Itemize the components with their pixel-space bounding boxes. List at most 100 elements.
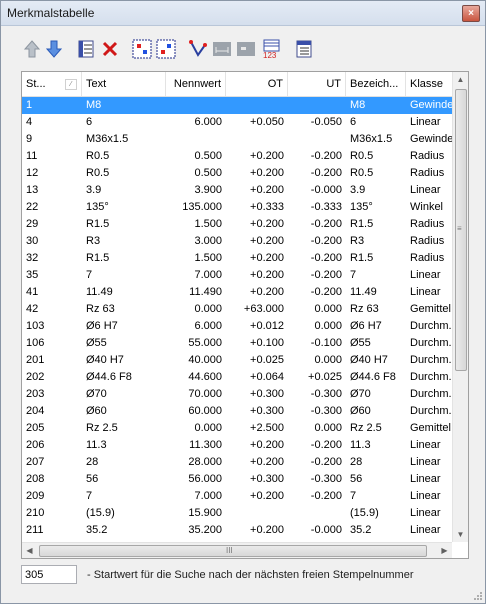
scroll-down-icon[interactable]: ▼ (453, 527, 468, 542)
select-all-button[interactable] (131, 37, 153, 61)
cell-nennwert: 0.500 (194, 167, 222, 179)
cell-nennwert (166, 131, 226, 148)
column-header-text[interactable]: Text (82, 72, 166, 96)
cell-bez: R0.5 (350, 167, 374, 179)
properties-button[interactable] (75, 37, 97, 61)
horizontal-scroll-thumb[interactable]: III (39, 545, 427, 557)
table-row[interactable]: 103 Ø6 H7 6.000 +0.012 0.000 Ø6 H7 Durchm... (22, 318, 452, 335)
table-row[interactable]: 1 M8 M8 Gewinde (22, 97, 452, 114)
close-button[interactable]: × (462, 5, 480, 22)
table-row[interactable]: 22 135° 135.000 +0.333 -0.333 135° Winkel (22, 199, 452, 216)
vertical-grip-icon: ≡ (457, 224, 462, 233)
dimension-2-disabled-button[interactable] (235, 37, 257, 61)
move-down-button[interactable] (43, 37, 65, 61)
cell-klasse: Linear (410, 507, 441, 519)
table-row[interactable]: 32 R1.5 1.500 +0.200 -0.200 R1.5 Radius (22, 250, 452, 267)
cell-bez: Ø60 (350, 405, 371, 417)
cell-text: Ø70 (86, 388, 107, 400)
column-header-klasse[interactable]: Klasse (406, 72, 452, 96)
cell-bez: R1.5 (350, 252, 374, 264)
table-row[interactable]: 4 6 6.000 +0.050 -0.050 6 Linear (22, 114, 452, 131)
table-row[interactable]: 29 R1.5 1.500 +0.200 -0.200 R1.5 Radius (22, 216, 452, 233)
table-row[interactable]: 208 56 56.000 +0.300 -0.300 56 Linear (22, 471, 452, 488)
table-body: 1 M8 M8 Gewinde 4 6 6.000 +0.050 -0.050 6 Linear 9 M… (22, 97, 452, 541)
table-row[interactable]: 106 Ø55 55.000 +0.100 -0.100 Ø55 Durchm... (22, 335, 452, 352)
table-row[interactable]: 204 Ø60 60.000 +0.300 -0.300 Ø60 Durchm... (22, 403, 452, 420)
cell-bez: Ø55 (350, 337, 371, 349)
cell-text: 3.9 (86, 184, 102, 196)
select-row-icon (156, 39, 176, 59)
table-row[interactable]: 203 Ø70 70.000 +0.300 -0.300 Ø70 Durchm... (22, 386, 452, 403)
table-row[interactable]: 30 R3 3.000 +0.200 -0.200 R3 Radius (22, 233, 452, 250)
table-row[interactable]: 201 Ø40 H7 40.000 +0.025 0.000 Ø40 H7 Durchm..… (22, 352, 452, 369)
cell-st: 42 (26, 303, 39, 315)
column-header-ut[interactable]: UT (288, 72, 346, 96)
table-row[interactable]: 35 7 7.000 +0.200 -0.200 7 Linear (22, 267, 452, 284)
cell-ot: +0.064 (250, 371, 284, 383)
vertical-scroll-thumb[interactable]: ≡ (455, 89, 467, 371)
cell-text: M36x1.5 (86, 133, 129, 145)
cell-ot: +0.200 (250, 150, 284, 162)
select-row-button[interactable] (155, 37, 177, 61)
table-row[interactable]: 205 Rz 2.5 0.000 +2.500 0.000 Rz 2.5 Gemittel.… (22, 420, 452, 437)
cell-nennwert: 60.000 (188, 405, 222, 417)
table-row[interactable]: 41 11.49 11.490 +0.200 -0.200 11.49 Linear (22, 284, 452, 301)
cell-nennwert: 70.000 (188, 388, 222, 400)
horizontal-scrollbar[interactable]: ◀ III ▶ (22, 542, 452, 558)
dimension-disabled-icon (213, 42, 231, 56)
delete-button[interactable] (99, 37, 121, 61)
table-row[interactable]: 12 R0.5 0.500 +0.200 -0.200 R0.5 Radius (22, 165, 452, 182)
column-header-ot[interactable]: OT (226, 72, 288, 96)
cell-klasse: Linear (410, 184, 441, 196)
table-settings-button[interactable] (293, 37, 315, 61)
dimension-disabled-button[interactable] (211, 37, 233, 61)
renumber-button[interactable]: 123 (261, 37, 283, 61)
cell-nennwert: 44.600 (188, 371, 222, 383)
cell-text: 28 (86, 456, 99, 468)
cell-klasse: Gewinde (410, 99, 452, 111)
cell-klasse: Linear (410, 456, 441, 468)
cell-ot: +0.200 (250, 184, 284, 196)
table-row[interactable]: 210 (15.9) 15.900 (15.9) Linear (22, 505, 452, 522)
select-vertex-button[interactable] (187, 37, 209, 61)
cell-ut: -0.200 (310, 286, 342, 298)
scroll-right-icon[interactable]: ▶ (437, 543, 452, 558)
vertical-scrollbar[interactable]: ▲ ≡ ▼ (452, 72, 468, 542)
table-row[interactable]: 206 11.3 11.300 +0.200 -0.200 11.3 Linear (22, 437, 452, 454)
table-row[interactable]: 211 35.2 35.200 +0.200 -0.000 35.2 Linear (22, 522, 452, 539)
resize-grip-icon[interactable] (472, 590, 483, 601)
table-row[interactable]: 9 M36x1.5 M36x1.5 Gewinde (22, 131, 452, 148)
characteristics-table[interactable]: St... ⁄ Text Nennwert OT UT Bezeich... Kl… (21, 71, 469, 559)
cell-klasse: Gewinde (410, 133, 452, 145)
move-up-button[interactable] (21, 37, 43, 61)
table-row[interactable]: 42 Rz 63 0.000 +63.000 0.000 Rz 63 Gemittel... (22, 301, 452, 318)
table-row[interactable]: 209 7 7.000 +0.200 -0.200 7 Linear (22, 488, 452, 505)
table-row[interactable]: 11 R0.5 0.500 +0.200 -0.200 R0.5 Radius (22, 148, 452, 165)
column-header-st[interactable]: St... ⁄ (22, 72, 82, 96)
cell-st: 210 (26, 507, 45, 519)
scroll-left-icon[interactable]: ◀ (22, 543, 37, 558)
column-header-nennwert[interactable]: Nennwert (166, 72, 226, 96)
cell-klasse: Linear (410, 490, 441, 502)
start-value-input[interactable] (21, 565, 77, 584)
column-header-st-label: St... (26, 78, 46, 90)
scroll-up-icon[interactable]: ▲ (453, 72, 468, 87)
cell-klasse: Durchm... (410, 320, 452, 332)
cell-bez: Rz 63 (350, 303, 379, 315)
cell-klasse: Durchm... (410, 337, 452, 349)
cell-text: Rz 63 (86, 303, 115, 315)
cell-ot: +0.333 (250, 201, 284, 213)
cell-ot: +0.200 (250, 218, 284, 230)
column-header-bezeichnung[interactable]: Bezeich... (346, 72, 406, 96)
table-row[interactable]: 13 3.9 3.900 +0.200 -0.000 3.9 Linear (22, 182, 452, 199)
cell-ut: +0.025 (308, 371, 342, 383)
cell-ot: +0.050 (250, 116, 284, 128)
cell-ut: -0.050 (310, 116, 342, 128)
table-row[interactable]: 202 Ø44.6 F8 44.600 +0.064 +0.025 Ø44.6 F8 Dur… (22, 369, 452, 386)
cell-bez: 35.2 (350, 524, 372, 536)
cell-ut: -0.300 (310, 388, 342, 400)
cell-ot: +0.200 (250, 269, 284, 281)
table-row[interactable]: 207 28 28.000 +0.200 -0.200 28 Linear (22, 454, 452, 471)
table-settings-icon (296, 40, 312, 58)
cell-text: 11.49 (86, 286, 113, 298)
